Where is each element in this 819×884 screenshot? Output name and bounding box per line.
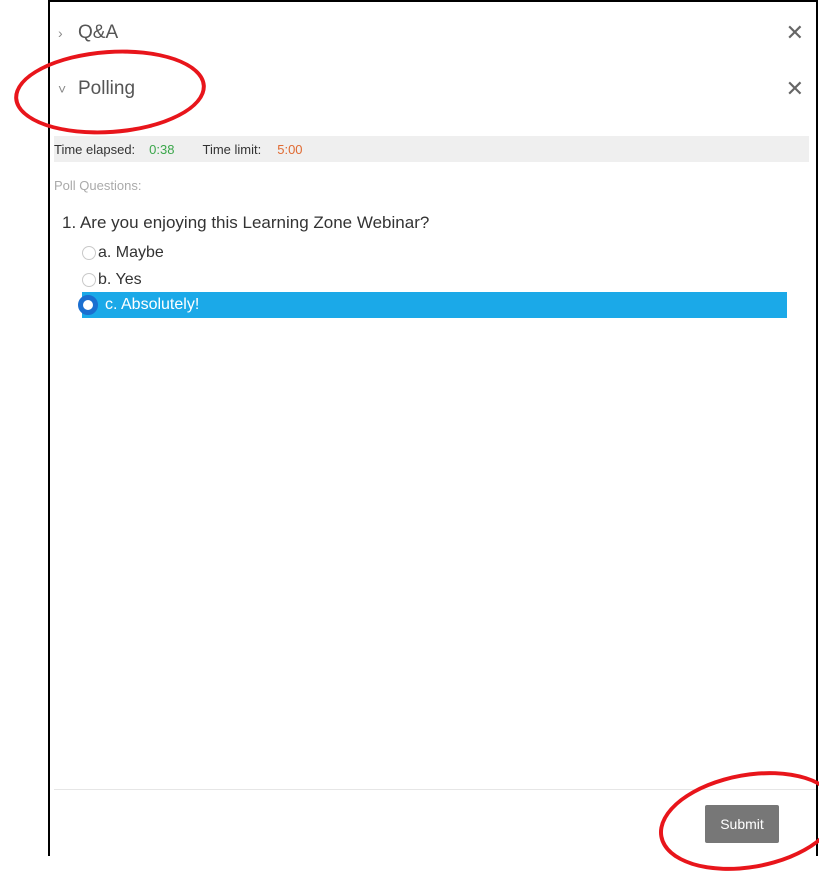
qa-panel-title: Q&A xyxy=(78,22,119,43)
close-qa-icon[interactable]: ✕ xyxy=(786,22,804,44)
poll-option-b[interactable]: b. Yes xyxy=(82,267,142,293)
poll-question: 1. Are you enjoying this Learning Zone W… xyxy=(62,213,430,232)
poll-option-label: b. Yes xyxy=(98,271,142,288)
polling-window: › Q&A ✕ ˅ Polling ✕ Time elapsed: 0:38 T… xyxy=(48,0,818,856)
time-elapsed-label: Time elapsed: xyxy=(54,141,136,157)
radio-button[interactable] xyxy=(82,273,96,287)
poll-option-a[interactable]: a. Maybe xyxy=(82,240,164,266)
time-elapsed-value: 0:38 xyxy=(149,141,175,157)
close-polling-icon[interactable]: ✕ xyxy=(786,78,804,100)
poll-option-label: c. Absolutely! xyxy=(103,296,200,314)
time-limit-label: Time limit: xyxy=(202,141,262,157)
polling-panel-header[interactable]: ˅ Polling ✕ xyxy=(50,62,816,116)
chevron-down-icon: ˅ xyxy=(58,81,67,97)
time-limit-value: 5:00 xyxy=(277,141,303,157)
radio-button[interactable] xyxy=(82,246,96,260)
radio-button-selected[interactable] xyxy=(78,295,98,315)
poll-questions-heading: Poll Questions: xyxy=(54,178,142,193)
submit-button[interactable]: Submit xyxy=(705,805,779,843)
footer-divider xyxy=(54,789,816,790)
poll-option-c[interactable]: c. Absolutely! xyxy=(78,292,787,318)
poll-timer-bar: Time elapsed: 0:38 Time limit: 5:00 xyxy=(54,136,809,162)
polling-panel-title: Polling xyxy=(78,78,136,99)
chevron-right-icon: › xyxy=(58,25,63,41)
poll-option-label: a. Maybe xyxy=(98,244,164,261)
qa-panel-header[interactable]: › Q&A ✕ xyxy=(50,6,816,60)
